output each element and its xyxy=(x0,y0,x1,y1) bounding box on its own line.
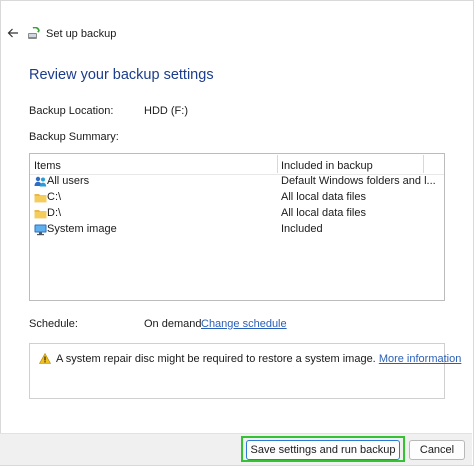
users-icon xyxy=(34,176,47,187)
item-included: Included xyxy=(281,223,323,235)
list-item[interactable]: System image Included xyxy=(30,222,444,238)
item-name: System image xyxy=(47,223,117,235)
notice-text-line: A system repair disc might be required t… xyxy=(56,353,461,365)
save-and-run-backup-button[interactable]: Save settings and run backup xyxy=(246,440,400,460)
item-included: Default Windows folders and l... xyxy=(281,175,436,187)
title-bar: Set up backup xyxy=(1,1,473,41)
back-arrow-icon xyxy=(7,28,18,38)
item-included: All local data files xyxy=(281,207,366,219)
column-header-items[interactable]: Items xyxy=(34,160,61,172)
list-item[interactable]: C:\ All local data files xyxy=(30,190,444,206)
back-button[interactable] xyxy=(5,25,21,41)
item-name: D:\ xyxy=(47,207,62,219)
backup-window: Set up backup Review your backup setting… xyxy=(0,0,474,466)
column-header-included[interactable]: Included in backup xyxy=(281,160,373,172)
monitor-icon xyxy=(34,224,47,236)
item-name: All users xyxy=(47,175,90,187)
backup-summary-label: Backup Summary: xyxy=(29,131,119,143)
page-heading: Review your backup settings xyxy=(29,67,214,83)
folder-icon xyxy=(34,210,47,219)
change-schedule-link[interactable]: Change schedule xyxy=(201,318,287,330)
window-title: Set up backup xyxy=(46,28,117,40)
list-item[interactable]: All users Default Windows folders and l.… xyxy=(30,174,444,190)
system-repair-notice: A system repair disc might be required t… xyxy=(29,343,461,399)
backup-summary-list[interactable]: Items Included in backup All users Defau… xyxy=(29,153,445,301)
item-included: All local data files xyxy=(281,191,366,203)
more-information-link[interactable]: More information xyxy=(379,353,462,365)
warning-icon xyxy=(39,353,51,364)
list-header: Items Included in backup xyxy=(30,154,444,175)
backup-app-icon xyxy=(28,27,40,39)
schedule-label: Schedule: xyxy=(29,318,78,330)
cancel-button[interactable]: Cancel xyxy=(409,440,465,460)
list-item[interactable]: D:\ All local data files xyxy=(30,206,444,222)
folder-icon xyxy=(34,194,47,203)
backup-location-value: HDD (F:) xyxy=(144,105,188,117)
column-divider[interactable] xyxy=(423,155,424,173)
notice-text: A system repair disc might be required t… xyxy=(56,353,376,365)
item-name: C:\ xyxy=(47,191,62,203)
schedule-value: On demand xyxy=(144,318,202,330)
backup-location-label: Backup Location: xyxy=(29,105,114,117)
column-divider[interactable] xyxy=(277,155,278,173)
